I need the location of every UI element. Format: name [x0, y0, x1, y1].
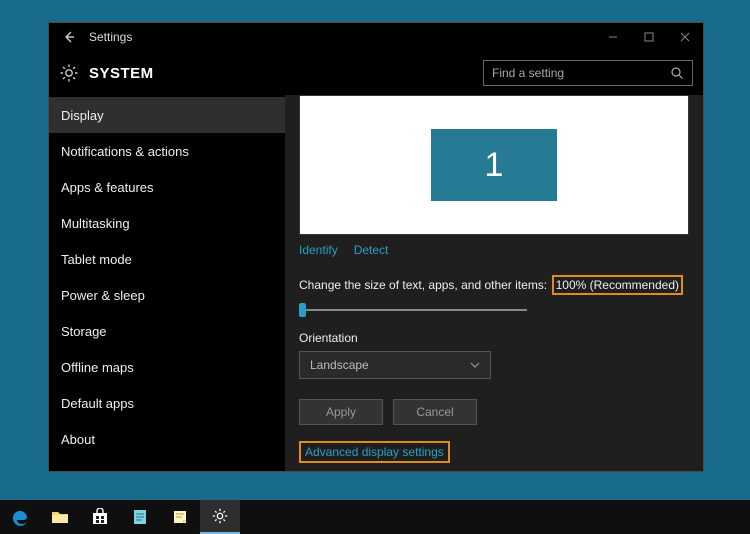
- sidebar-item-multitasking[interactable]: Multitasking: [49, 205, 285, 241]
- sidebar-item-default-apps[interactable]: Default apps: [49, 385, 285, 421]
- slider-track: [299, 309, 527, 311]
- identify-link[interactable]: Identify: [299, 243, 338, 257]
- monitor-number: 1: [485, 146, 504, 185]
- minimize-button[interactable]: [595, 23, 631, 51]
- folder-icon: [51, 509, 69, 525]
- sidebar-item-label: Power & sleep: [61, 288, 145, 303]
- search-icon: [670, 66, 684, 80]
- sidebar-item-label: Tablet mode: [61, 252, 132, 267]
- sidebar-item-storage[interactable]: Storage: [49, 313, 285, 349]
- gear-icon: [211, 507, 229, 525]
- sidebar-item-tablet-mode[interactable]: Tablet mode: [49, 241, 285, 277]
- slider-thumb[interactable]: [299, 303, 306, 317]
- sidebar-item-power-sleep[interactable]: Power & sleep: [49, 277, 285, 313]
- window-title: Settings: [89, 30, 132, 44]
- taskbar-file-explorer[interactable]: [40, 500, 80, 534]
- settings-window: Settings SYSTEM: [48, 22, 704, 472]
- sticky-notes-icon: [171, 508, 189, 526]
- scale-slider[interactable]: [299, 303, 527, 317]
- taskbar-edge[interactable]: [0, 500, 40, 534]
- taskbar: [0, 500, 750, 534]
- sidebar-item-label: About: [61, 432, 95, 447]
- notepad-icon: [131, 508, 149, 526]
- close-icon: [680, 32, 690, 42]
- sidebar-item-apps[interactable]: Apps & features: [49, 169, 285, 205]
- orientation-label: Orientation: [299, 331, 689, 345]
- orientation-select[interactable]: Landscape: [299, 351, 491, 379]
- taskbar-store[interactable]: [80, 500, 120, 534]
- sidebar-item-label: Default apps: [61, 396, 134, 411]
- orientation-value: Landscape: [310, 358, 369, 372]
- sidebar-item-about[interactable]: About: [49, 421, 285, 457]
- scale-label: Change the size of text, apps, and other…: [299, 278, 547, 292]
- taskbar-sticky-notes[interactable]: [160, 500, 200, 534]
- store-icon: [91, 508, 109, 526]
- back-button[interactable]: [49, 23, 89, 51]
- back-arrow-icon: [62, 30, 76, 44]
- search-box[interactable]: [483, 60, 693, 86]
- page-title: SYSTEM: [89, 65, 154, 82]
- chevron-down-icon: [470, 362, 480, 368]
- scale-value-highlight: 100% (Recommended): [552, 275, 683, 295]
- sidebar-item-label: Display: [61, 108, 104, 123]
- sidebar: Display Notifications & actions Apps & f…: [49, 95, 285, 471]
- sidebar-item-label: Offline maps: [61, 360, 134, 375]
- maximize-icon: [644, 32, 654, 42]
- sidebar-item-offline-maps[interactable]: Offline maps: [49, 349, 285, 385]
- close-button[interactable]: [667, 23, 703, 51]
- sidebar-item-display[interactable]: Display: [49, 97, 285, 133]
- cancel-button[interactable]: Cancel: [393, 399, 477, 425]
- maximize-button[interactable]: [631, 23, 667, 51]
- scale-value: 100% (Recommended): [556, 278, 679, 292]
- taskbar-settings[interactable]: [200, 500, 240, 534]
- titlebar: Settings: [49, 23, 703, 51]
- search-input[interactable]: [492, 66, 662, 80]
- advanced-link-highlight: Advanced display settings: [299, 441, 450, 463]
- monitor-1[interactable]: 1: [431, 129, 557, 201]
- edge-icon: [10, 507, 30, 527]
- sidebar-item-label: Multitasking: [61, 216, 130, 231]
- display-arrangement[interactable]: 1: [299, 95, 689, 235]
- apply-button[interactable]: Apply: [299, 399, 383, 425]
- sidebar-item-label: Apps & features: [61, 180, 154, 195]
- sidebar-item-notifications[interactable]: Notifications & actions: [49, 133, 285, 169]
- advanced-display-settings-link[interactable]: Advanced display settings: [305, 445, 444, 459]
- detect-link[interactable]: Detect: [354, 243, 389, 257]
- minimize-icon: [608, 32, 618, 42]
- gear-icon: [59, 63, 79, 83]
- sidebar-item-label: Storage: [61, 324, 107, 339]
- taskbar-notepad[interactable]: [120, 500, 160, 534]
- sidebar-item-label: Notifications & actions: [61, 144, 189, 159]
- header: SYSTEM: [49, 51, 703, 95]
- content-panel: 1 Identify Detect Change the size of tex…: [285, 95, 703, 471]
- window-controls: [595, 23, 703, 51]
